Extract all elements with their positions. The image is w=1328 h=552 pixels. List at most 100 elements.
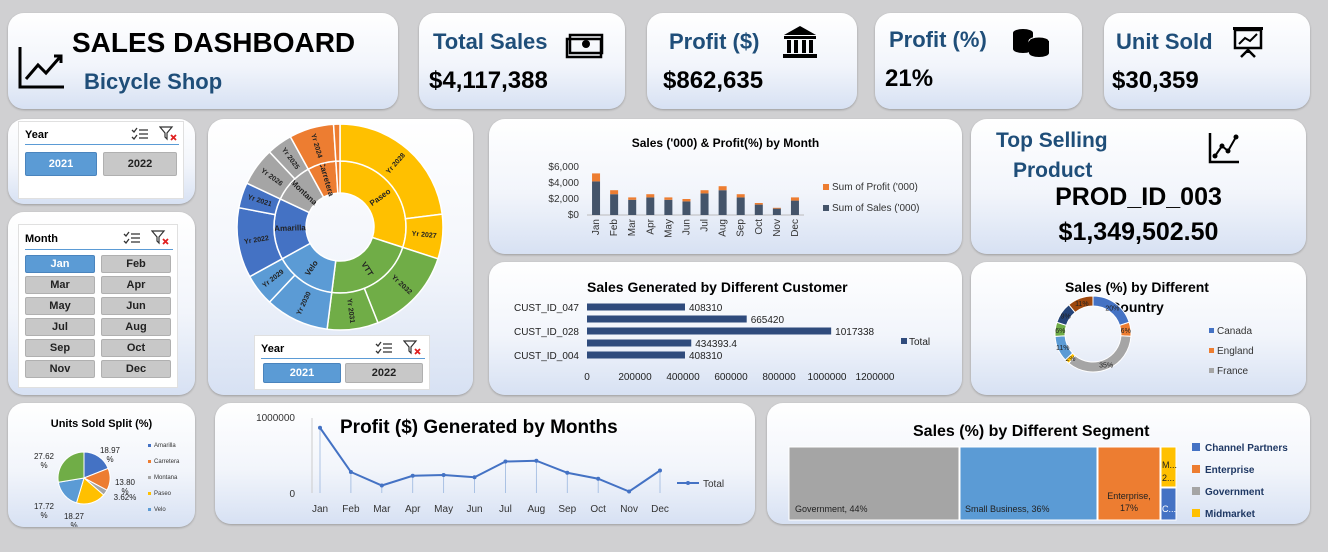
legend-swatch [148,492,151,495]
x-tick-label: Sep [736,219,747,237]
header-card: SALES DASHBOARD Bicycle Shop [8,13,398,109]
kpi-value: $30,359 [1112,67,1199,94]
x-tick-label: Jan [591,219,602,235]
slice-label: 11% [1075,301,1089,308]
x-tick-label: 400000 [666,372,700,383]
x-tick-label: May [434,504,453,515]
units-split-chart: 18.97 %13.80 %3.62%18.27 %17.72 %27.62 %Amari… [34,443,180,527]
sunburst-inner-label: Amarilla [274,223,306,233]
country-sales-card: Sales (%) by Different Country 20% 6% 35% 2… [971,262,1306,395]
profit-bar [754,203,763,205]
x-tick-label: Oct [590,504,606,515]
kpi-title: Profit (%) [889,27,987,52]
year-option-2021[interactable]: 2021 [25,152,97,176]
y-tick-label: 0 [289,489,295,500]
clear-filter-icon[interactable] [151,230,171,246]
legend-label: Midmarket [1205,509,1256,520]
data-point [658,468,662,473]
x-tick-label: May [663,219,674,238]
customer-bar [587,339,692,347]
month-option-feb[interactable]: Feb [101,255,171,273]
tile-label: Government, 44% [795,504,868,514]
legend-label: Montana [154,475,178,481]
multi-select-icon[interactable] [131,126,149,142]
tile-label: 2... [1162,473,1175,483]
x-tick-label: Jun [466,504,482,515]
legend-swatch [823,184,829,190]
page-title: SALES DASHBOARD [72,27,356,58]
clear-filter-icon[interactable] [159,126,179,142]
month-option-jun[interactable]: Jun [101,297,171,315]
tile-label: 17% [1120,503,1138,513]
month-option-dec[interactable]: Dec [101,360,171,378]
slice-label: 11% [1056,345,1070,352]
legend-swatch [1192,509,1200,517]
x-tick-label: 1200000 [856,372,895,383]
sales-bar [646,197,655,215]
profit-bar [700,190,709,194]
x-tick-label: Jun [681,219,692,235]
x-tick-label: Jul [700,219,711,232]
kpi-unit-sold: Unit Sold $30,359 [1104,13,1310,109]
y-tick-label: $2,000 [548,194,579,205]
profit-line [319,427,661,493]
slicer-header: Year [25,129,49,141]
x-tick-label: Nov [620,504,638,515]
month-option-sep[interactable]: Sep [25,339,95,357]
slicer-header: Month [25,233,58,245]
year-option-2022[interactable]: 2022 [103,152,177,176]
monthly-sales-chart: $0 $2,000 $4,000 $6,000 Jan Feb Mar Apr May Jun Ju… [548,162,919,238]
slice-label: 9% [1061,313,1071,320]
month-option-jan[interactable]: Jan [25,255,95,273]
x-tick-label: Jan [312,504,328,515]
legend-marker [686,481,690,485]
x-tick-label: Dec [790,219,801,237]
data-label: 408310 [689,351,723,362]
clear-filter-icon[interactable] [403,340,423,356]
month-option-jul[interactable]: Jul [25,318,95,336]
multi-select-icon[interactable] [123,230,141,246]
profit-bar [790,197,799,201]
profit-bar [718,186,727,191]
sales-bar [610,194,619,215]
slice-label: 3.62% [114,493,137,502]
year-slicer: Year 2021 2022 [18,121,184,199]
legend-swatch [901,338,907,344]
month-option-oct[interactable]: Oct [101,339,171,357]
x-tick-label: Dec [651,504,669,515]
y-tick-label: $6,000 [548,162,579,173]
legend-swatch [823,205,829,211]
x-tick-label: Feb [342,504,360,515]
year-slicer-2: Year 2021 2022 [254,335,430,390]
legend-swatch [1209,328,1214,333]
profit-line-chart: 0 1000000 Jan Feb Mar Apr May Jun Jul Aug Sep Oct No… [256,413,724,515]
legend-label: France [1217,366,1249,377]
profit-bar [772,207,781,209]
data-point [596,476,601,481]
top-product-card: Top Selling Product PROD_ID_003 $1,349,5… [971,119,1306,254]
month-option-may[interactable]: May [25,297,95,315]
legend-swatch [1209,348,1214,353]
month-option-nov[interactable]: Nov [25,360,95,378]
legend-label: Total [703,479,724,490]
profit-bar [736,194,745,198]
x-tick-label: Jul [499,504,512,515]
month-option-apr[interactable]: Apr [101,276,171,294]
x-tick-label: Apr [645,218,656,234]
tile-label: C... [1162,504,1176,514]
presentation-icon [1233,27,1263,58]
x-tick-label: Nov [772,219,783,237]
cash-icon [565,33,604,59]
year-option-2022[interactable]: 2022 [345,363,423,383]
y-tick-label: CUST_ID_047 [514,303,579,314]
kpi-profit-dollar: Profit ($) $862,635 [647,13,857,109]
country-sales-chart: 20%6%35%2%11%6%9%11%CanadaEnglandFrance [1054,295,1254,377]
data-point [503,459,508,464]
multi-select-icon[interactable] [375,340,393,356]
month-option-aug[interactable]: Aug [101,318,171,336]
month-option-mar[interactable]: Mar [25,276,95,294]
customer-bar [587,327,832,335]
year-option-2021[interactable]: 2021 [263,363,341,383]
tile-label: Small Business, 36% [965,504,1050,514]
slice-label: 17.72% [34,502,55,520]
